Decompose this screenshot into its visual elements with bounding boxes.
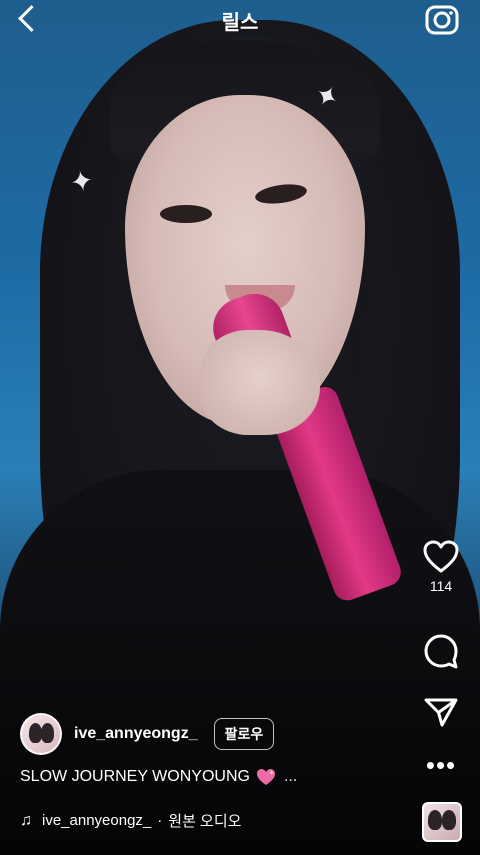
audio-info[interactable]: ♫ ive_annyeongz_ · 원본 오디오 [20,810,241,831]
post-author: ive_annyeongz_ 팔로우 [20,713,275,755]
audio-user: ive_annyeongz_ [42,812,152,829]
video-subject-hand [200,330,320,435]
audio-label: 원본 오디오 [168,813,242,830]
audio-thumbnail[interactable] [422,802,462,842]
page-title: 릴스 [221,12,259,34]
top-bar: 릴스 [0,0,480,40]
username[interactable]: ive_annyeongz_ [74,725,198,743]
comment-action[interactable] [418,633,464,669]
video-subject-eye-left [160,205,212,223]
music-note-icon: ♫ [20,811,32,829]
send-icon[interactable] [424,696,458,728]
like-action[interactable]: 114 [418,540,464,594]
heart-icon[interactable] [423,540,459,574]
audio-separator: · [157,812,163,829]
like-count: 114 [429,578,453,594]
avatar[interactable] [20,713,62,755]
sparkling-heart-icon [256,768,276,786]
caption[interactable]: SLOW JOURNEY WONYOUNG ... [20,768,297,786]
more-options-icon[interactable]: ••• [418,752,464,778]
camera-icon[interactable] [424,2,460,36]
caption-more[interactable]: ... [284,768,297,786]
comment-icon[interactable] [423,633,459,669]
follow-button[interactable]: 팔로우 [213,718,275,750]
caption-text: SLOW JOURNEY WONYOUNG [20,768,250,785]
share-action[interactable] [418,696,464,728]
